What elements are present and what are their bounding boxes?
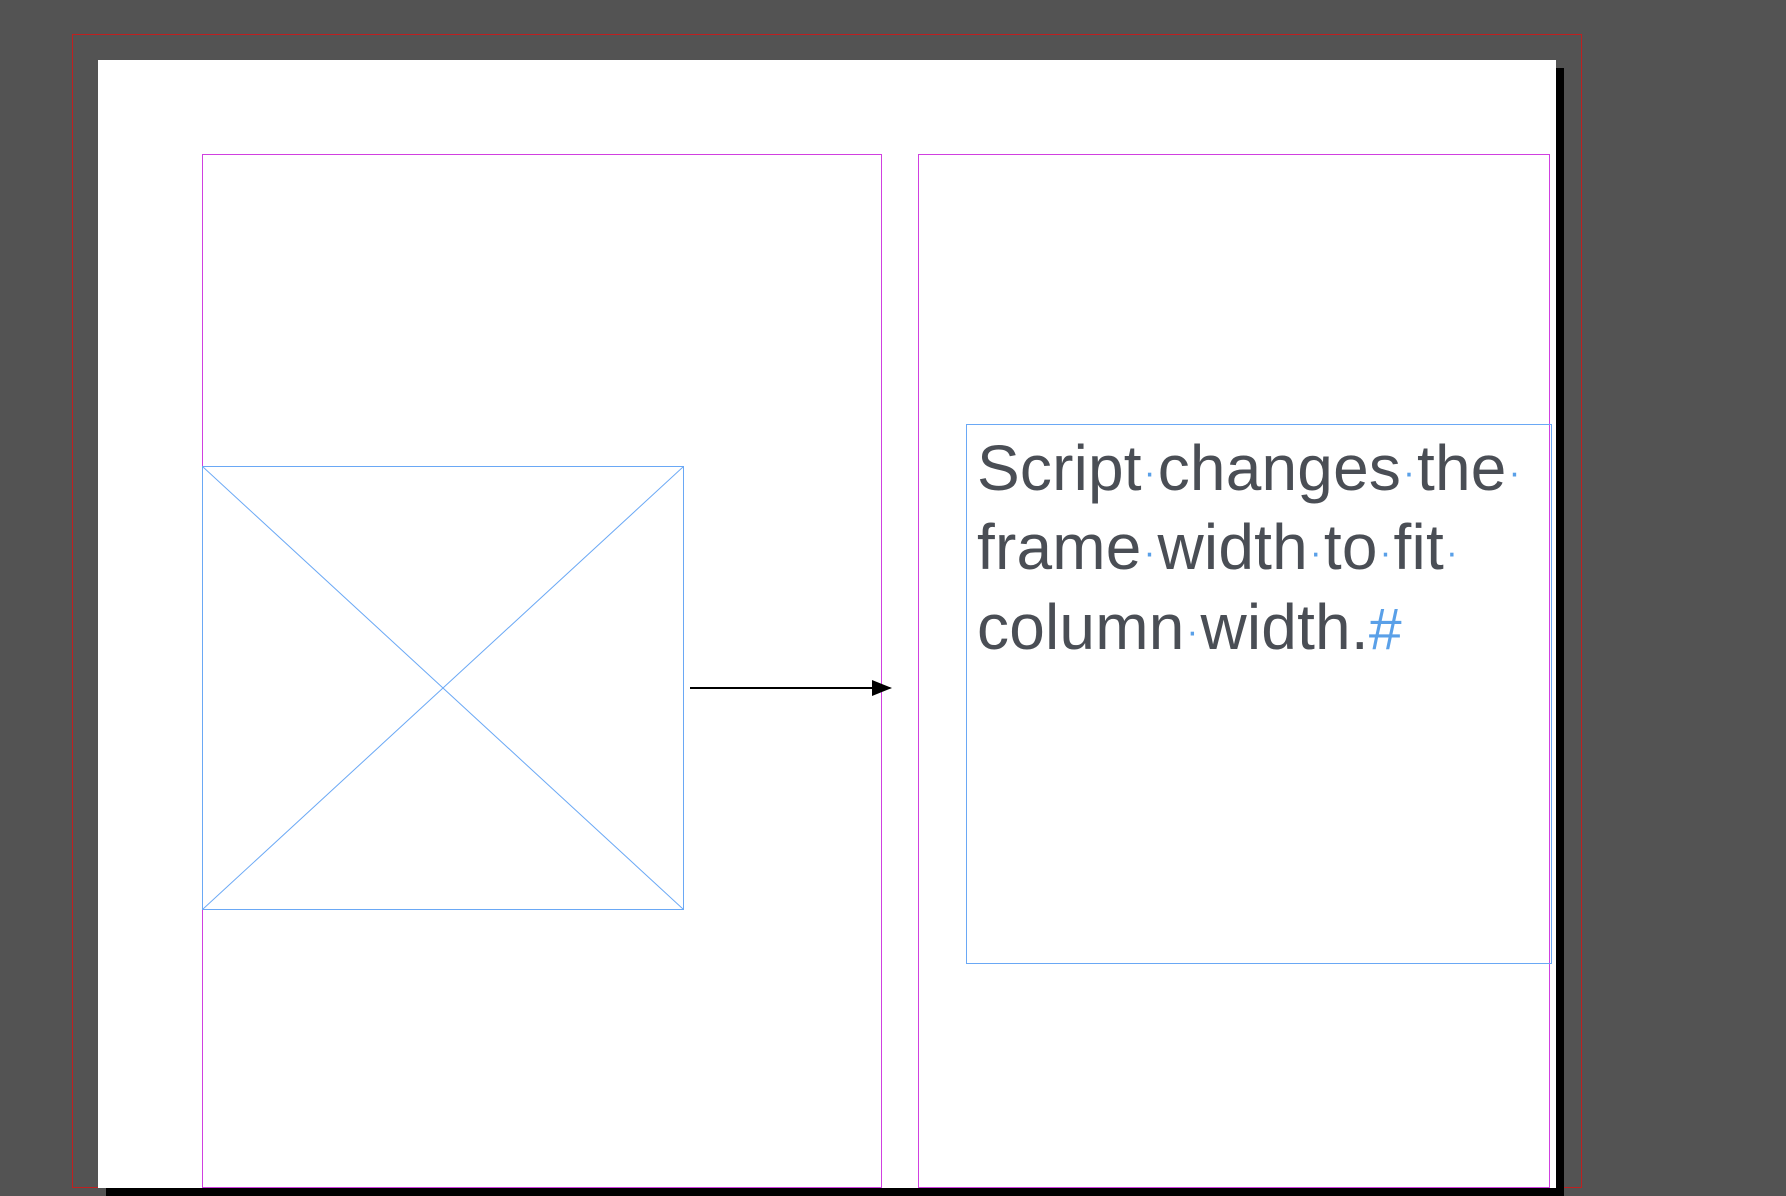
- word: width.: [1200, 591, 1368, 663]
- arrow-icon: [688, 676, 892, 700]
- space-marker-icon: ·: [1444, 533, 1460, 572]
- word: frame: [977, 511, 1142, 583]
- empty-graphic-frame[interactable]: [202, 466, 684, 910]
- word: width: [1158, 511, 1308, 583]
- text-frame[interactable]: Script·​changes·​the·​frame·​width·​to·​…: [966, 424, 1552, 964]
- space-marker-icon: ·: [1507, 453, 1523, 492]
- word: changes: [1158, 432, 1401, 504]
- space-marker-icon: ·: [1142, 533, 1158, 572]
- word: column: [977, 591, 1185, 663]
- word: to: [1324, 511, 1378, 583]
- space-marker-icon: ·: [1142, 453, 1158, 492]
- end-of-story-icon: #: [1369, 597, 1402, 662]
- space-marker-icon: ·: [1378, 533, 1394, 572]
- space-marker-icon: ·: [1401, 453, 1417, 492]
- word: the: [1417, 432, 1507, 504]
- word: fit: [1394, 511, 1444, 583]
- text-frame-content: Script·​changes·​the·​frame·​width·​to·​…: [977, 429, 1541, 667]
- space-marker-icon: ·: [1308, 533, 1324, 572]
- space-marker-icon: ·: [1185, 612, 1201, 651]
- word: Script: [977, 432, 1142, 504]
